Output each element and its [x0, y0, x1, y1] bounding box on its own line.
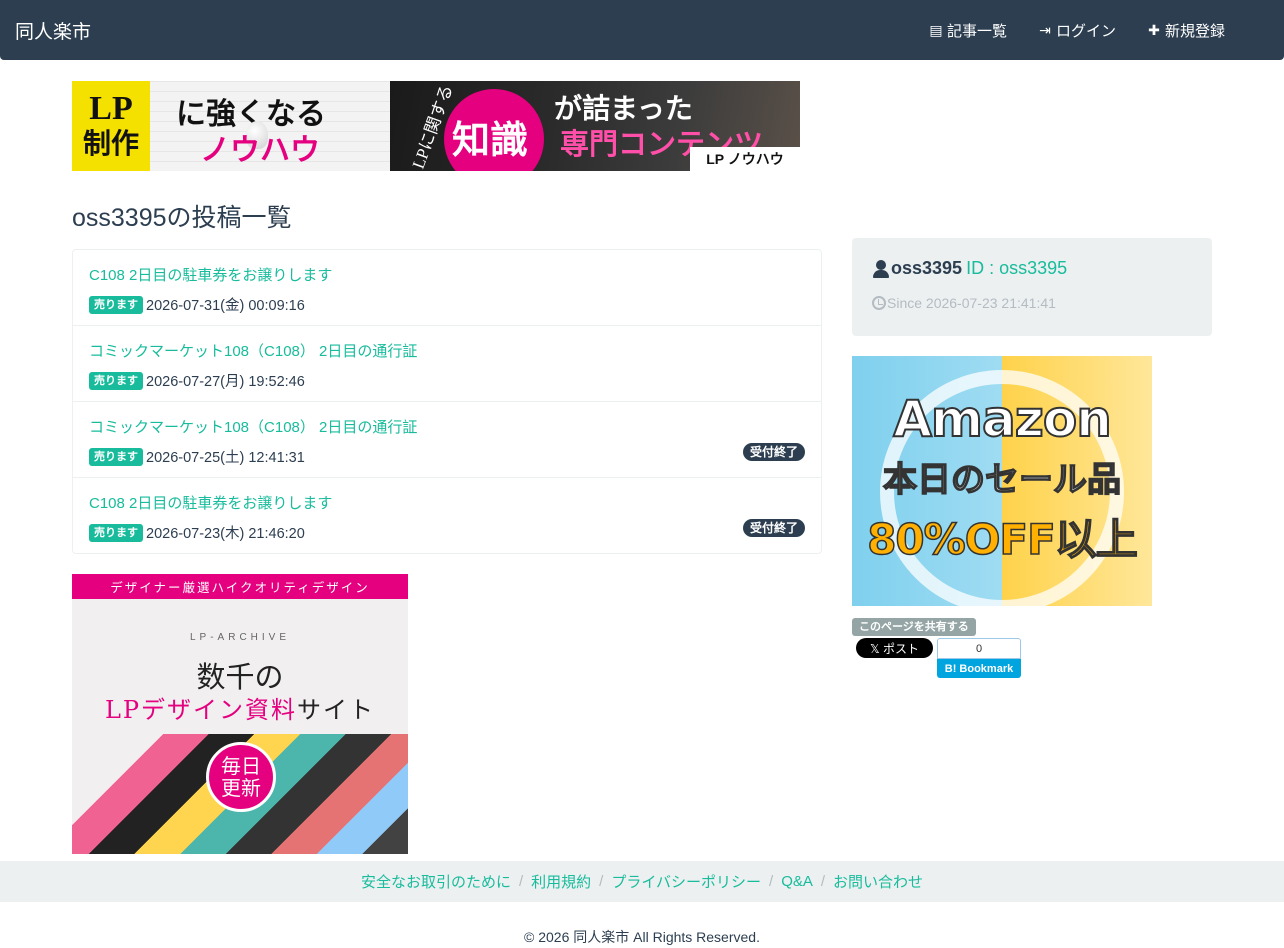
nav-login-label: ログイン	[1055, 22, 1116, 40]
post-title-link[interactable]: コミックマーケット108（C108） 2日目の通行証	[89, 340, 417, 361]
hatena-count: 0	[937, 638, 1021, 659]
footer-links: 安全なお取引のために / 利用規約 / プライバシーポリシー / Q&A / お…	[0, 861, 1284, 902]
closed-badge: 受付終了	[742, 443, 805, 461]
banner-logo: LP ノウハウ	[690, 147, 800, 171]
share-label: このページを共有する	[852, 618, 976, 636]
profile-id: ID : oss3395	[966, 258, 1068, 278]
lp-archive-name: LP-ARCHIVE	[189, 632, 290, 643]
profile-card: oss3395 ID : oss3395 Since 2026-07-23 21…	[852, 238, 1212, 336]
post-title-link[interactable]: コミックマーケット108（C108） 2日目の通行証	[89, 416, 417, 437]
footer-separator: /	[820, 873, 826, 890]
post-date: 2026-07-23(木) 21:46:20	[146, 526, 305, 542]
lp-archive-banner[interactable]: デザイナー厳選ハイクオリティデザイン LP-ARCHIVE 数千の LPデザイン…	[72, 574, 408, 854]
post-date: 2026-07-27(月) 19:52:46	[146, 374, 305, 390]
lp-archive-site: サイト	[297, 696, 376, 724]
banner-lp-text: LP	[89, 90, 133, 127]
footer-link-qa[interactable]: Q&A	[781, 873, 813, 890]
plus-icon: ✚	[1148, 21, 1160, 38]
footer-separator: /	[769, 873, 774, 890]
post-meta: 売ります 2026-07-31(金) 00:09:16	[89, 294, 305, 315]
list-item[interactable]: コミックマーケット108（C108） 2日目の通行証 売ります 2026-07-…	[73, 326, 821, 402]
copyright: © 2026 同人楽市 All Rights Reserved.	[524, 929, 760, 945]
banner-content-block: LPに関する 知識 が詰まった 専門コンテンツ LP ノウハウ	[390, 81, 800, 171]
lp-archive-lp-design: LPデザイン	[104, 696, 246, 724]
x-post-button[interactable]: 𝕏 ポスト	[856, 638, 933, 658]
banner-knowhow-block: に強くなる ノウハウ	[150, 81, 390, 171]
lp-knowhow-banner[interactable]: LP 制作 に強くなる ノウハウ LPに関する 知識 が詰まった 専門コンテンツ…	[72, 81, 800, 171]
sell-badge: 売ります	[89, 447, 143, 466]
footer-link-safety[interactable]: 安全なお取引のために	[361, 871, 511, 892]
hatena-bookmark-button[interactable]: B! Bookmark	[937, 659, 1021, 678]
profile-username: oss3395	[891, 258, 963, 278]
list-item[interactable]: C108 2日目の駐車券をお譲りします 売ります 2026-07-23(木) 2…	[73, 478, 821, 553]
nav-register-label: 新規登録	[1164, 22, 1225, 40]
clock-icon	[872, 296, 886, 310]
post-meta: 売ります 2026-07-27(月) 19:52:46	[89, 370, 305, 391]
post-date: 2026-07-31(金) 00:09:16	[146, 298, 305, 314]
stamp-line2: 更新	[221, 776, 261, 800]
lp-archive-headline2: LPデザイン資料サイト	[72, 690, 408, 725]
stamp-line1: 毎日	[221, 754, 261, 778]
sell-badge: 売ります	[89, 295, 143, 314]
list-item[interactable]: コミックマーケット108（C108） 2日目の通行証 売ります 2026-07-…	[73, 402, 821, 478]
footer-link-contact[interactable]: お問い合わせ	[833, 871, 923, 892]
footer-link-terms[interactable]: 利用規約	[531, 871, 591, 892]
post-date: 2026-07-25(土) 12:41:31	[146, 450, 305, 466]
login-icon: ⇥	[1039, 21, 1051, 38]
footer-link-privacy[interactable]: プライバシーポリシー	[611, 871, 761, 892]
post-meta: 売ります 2026-07-23(木) 21:46:20	[89, 522, 305, 543]
nav-article-list[interactable]: ▤ 記事一覧	[913, 0, 1022, 60]
user-icon	[872, 259, 890, 279]
page-title: oss3395の投稿一覧	[72, 204, 292, 232]
nav-login[interactable]: ⇥ ログイン	[1022, 0, 1131, 60]
amazon-discount: 80%OFF以上	[866, 514, 1138, 565]
post-title-link[interactable]: C108 2日目の駐車券をお譲りします	[89, 492, 332, 513]
amazon-subtitle: 本日のセール品	[882, 459, 1122, 501]
nav-article-list-label: 記事一覧	[946, 22, 1007, 40]
brand-link[interactable]: 同人楽市	[15, 17, 91, 44]
post-list: C108 2日目の駐車券をお譲りします 売ります 2026-07-31(金) 0…	[72, 249, 822, 554]
navbar-menu: ▤ 記事一覧 ⇥ ログイン ✚ 新規登録	[913, 0, 1240, 60]
lp-archive-top-strip: デザイナー厳選ハイクオリティデザイン	[72, 574, 408, 599]
daily-update-stamp: 毎日 更新	[206, 742, 276, 812]
sell-badge: 売ります	[89, 523, 143, 542]
footer-separator: /	[518, 873, 524, 890]
nav-register[interactable]: ✚ 新規登録	[1131, 0, 1240, 60]
banner-lp-block: LP 制作	[72, 81, 150, 171]
lp-archive-shiryo: 資料	[245, 696, 298, 724]
post-title-link[interactable]: C108 2日目の駐車券をお譲りします	[89, 264, 332, 285]
list-icon: ▤	[929, 21, 943, 38]
navbar: 同人楽市 ▤ 記事一覧 ⇥ ログイン ✚ 新規登録	[0, 0, 1284, 60]
sell-badge: 売ります	[89, 371, 143, 390]
profile-name-row: oss3395 ID : oss3395	[872, 258, 1067, 279]
footer-separator: /	[599, 873, 604, 890]
amazon-sale-banner[interactable]: Amazon 本日のセール品 80%OFF以上	[852, 356, 1152, 606]
banner-chishiki-text: 知識	[452, 117, 529, 162]
profile-since-row: Since 2026-07-23 21:41:41	[872, 295, 1056, 311]
post-meta: 売ります 2026-07-25(土) 12:41:31	[89, 446, 305, 467]
closed-badge: 受付終了	[742, 519, 805, 537]
profile-since: Since 2026-07-23 21:41:41	[887, 295, 1056, 311]
banner-seisaku-text: 制作	[82, 129, 139, 160]
banner-line2: ノウハウ	[200, 133, 320, 168]
amazon-title: Amazon	[892, 389, 1113, 449]
list-item[interactable]: C108 2日目の駐車券をお譲りします 売ります 2026-07-31(金) 0…	[73, 250, 821, 326]
